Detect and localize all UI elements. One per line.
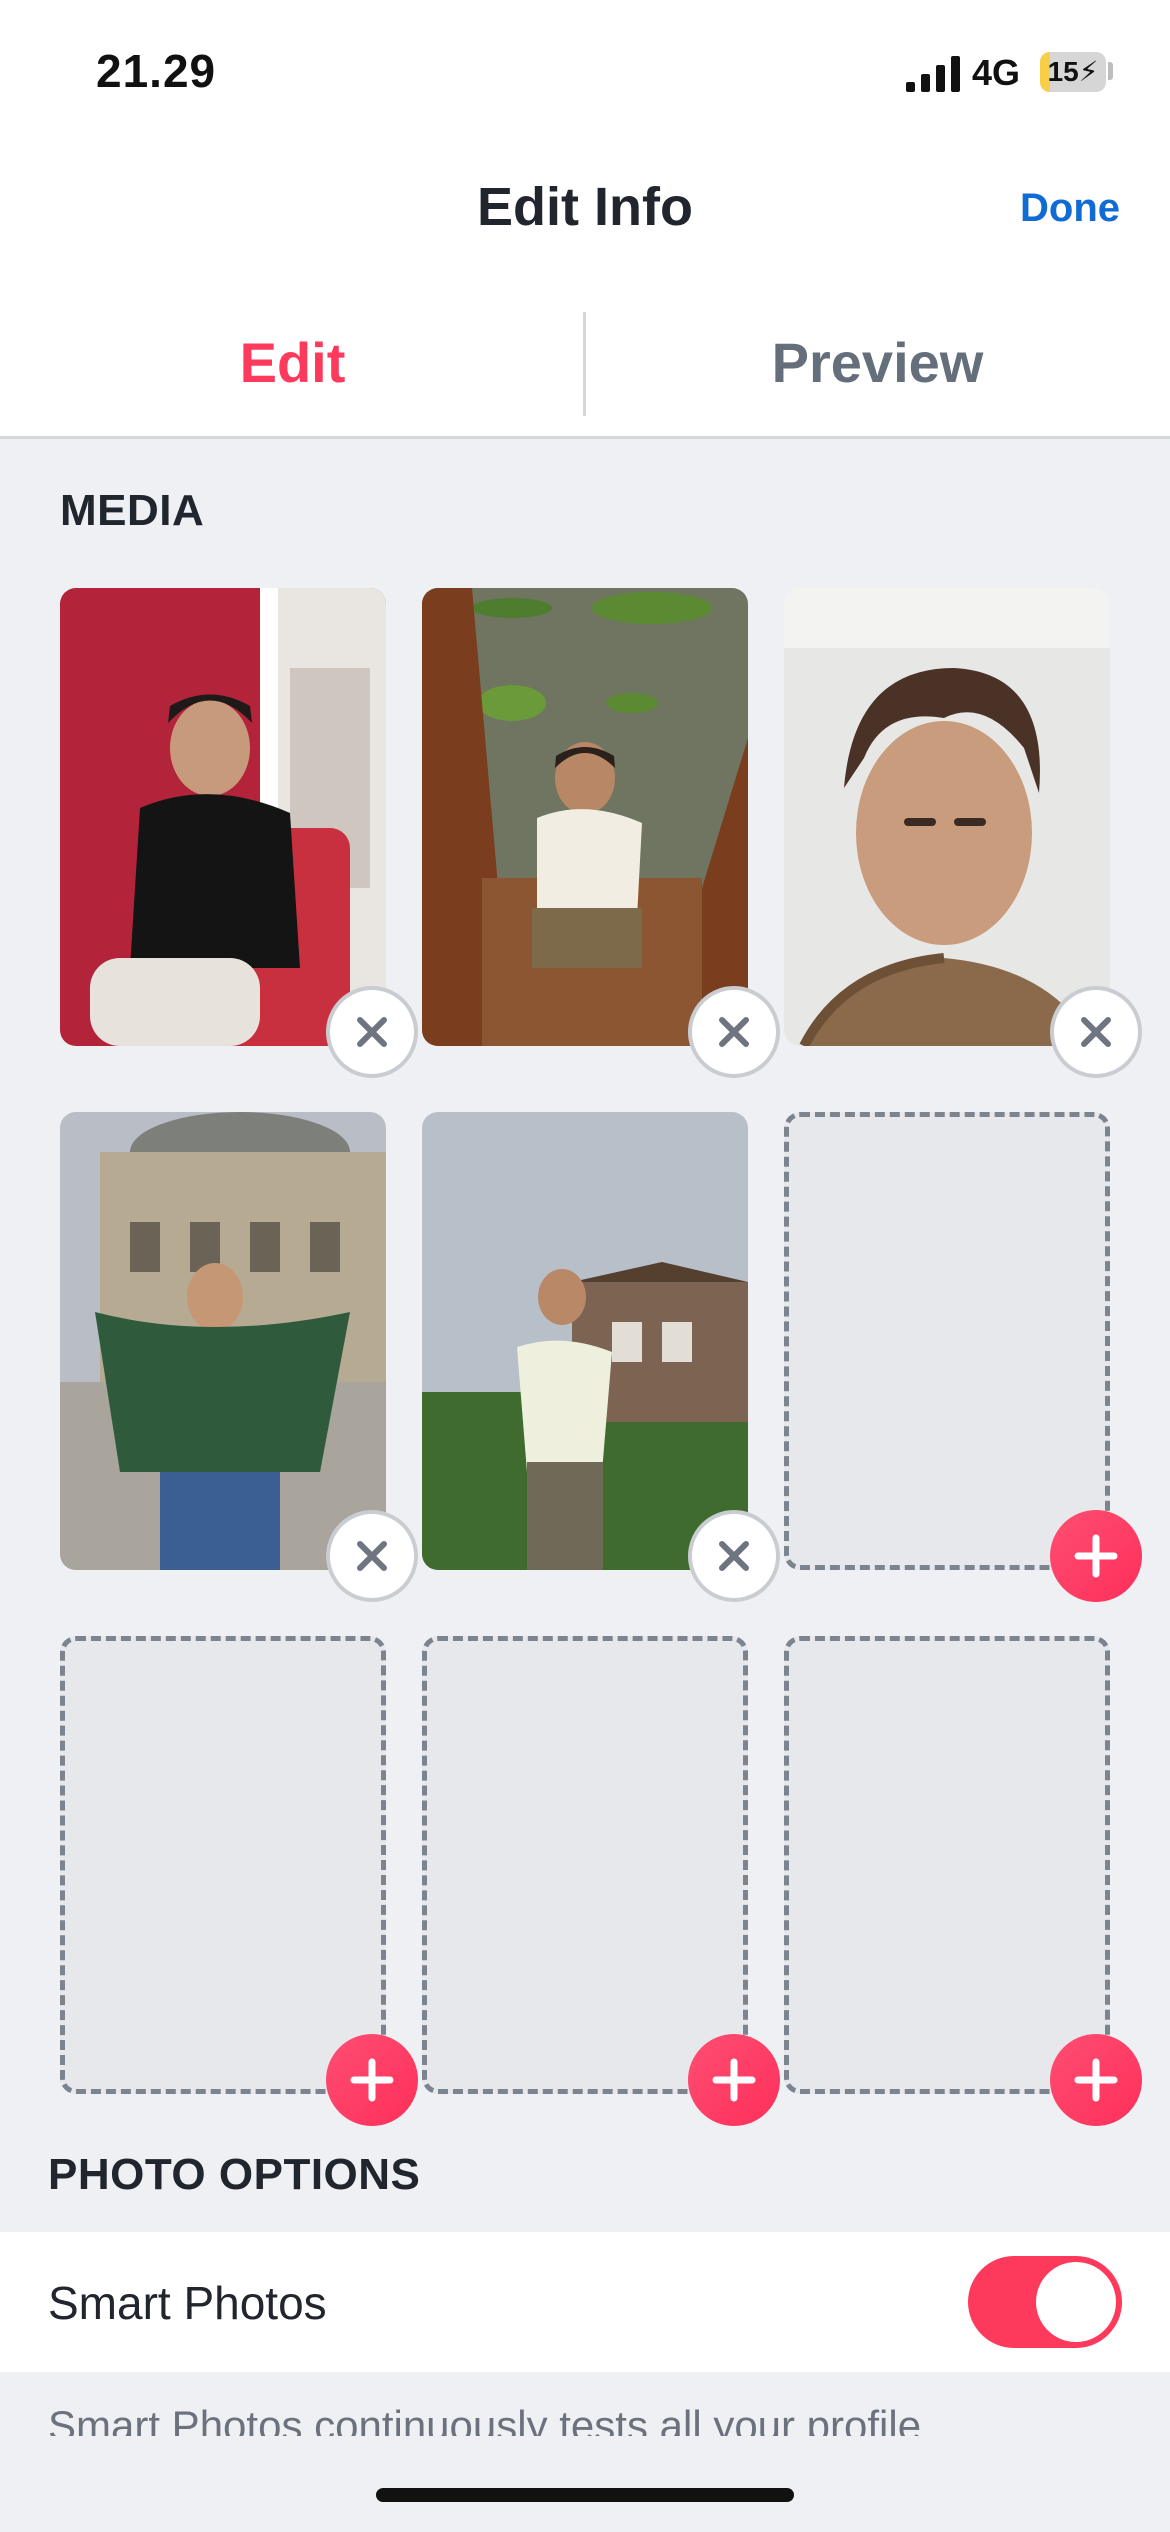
tab-edit[interactable]: Edit — [0, 290, 585, 436]
empty-photo-slot[interactable] — [784, 1636, 1110, 2094]
page-title: Edit Info — [477, 177, 693, 237]
remove-photo-button[interactable] — [1050, 986, 1142, 1078]
remove-photo-button[interactable] — [688, 986, 780, 1078]
remove-photo-button[interactable] — [688, 1510, 780, 1602]
add-photo-button[interactable] — [688, 2034, 780, 2126]
photo-slot[interactable] — [422, 1112, 748, 1570]
smart-photos-label: Smart Photos — [48, 2277, 327, 2329]
tab-preview[interactable]: Preview — [585, 290, 1170, 436]
plus-icon — [712, 2058, 756, 2102]
media-section-title: MEDIA — [60, 486, 205, 535]
close-icon — [1081, 1017, 1111, 1047]
battery-icon: 15⚡ — [1040, 52, 1106, 92]
remove-photo-button[interactable] — [326, 986, 418, 1078]
status-time: 21.29 — [96, 45, 217, 97]
edit-preview-tabs: Edit Preview — [0, 290, 1170, 439]
profile-photo — [784, 588, 1110, 1046]
profile-photo — [422, 1112, 748, 1570]
nav-bar: Edit Info Done — [0, 140, 1170, 290]
photo-slot[interactable] — [60, 1112, 386, 1570]
empty-photo-slot[interactable] — [422, 1636, 748, 2094]
photo-options-title: PHOTO OPTIONS — [48, 2150, 421, 2199]
add-photo-button[interactable] — [1050, 1510, 1142, 1602]
toggle-knob — [1036, 2262, 1116, 2342]
close-icon — [357, 1017, 387, 1047]
plus-icon — [350, 2058, 394, 2102]
close-icon — [357, 1541, 387, 1571]
empty-photo-slot[interactable] — [60, 1636, 386, 2094]
home-indicator — [376, 2488, 794, 2502]
plus-icon — [1074, 1534, 1118, 1578]
smart-photos-toggle[interactable] — [968, 2256, 1122, 2348]
profile-photo — [60, 1112, 386, 1570]
photo-slot[interactable] — [60, 588, 386, 1046]
smart-photos-description: Smart Photos continuously tests all your… — [48, 2402, 922, 2436]
remove-photo-button[interactable] — [326, 1510, 418, 1602]
battery-nub — [1108, 62, 1113, 80]
close-icon — [719, 1541, 749, 1571]
add-photo-button[interactable] — [326, 2034, 418, 2126]
empty-photo-slot[interactable] — [784, 1112, 1110, 1570]
close-icon — [719, 1017, 749, 1047]
done-button[interactable]: Done — [1020, 186, 1120, 231]
photo-slot[interactable] — [784, 588, 1110, 1046]
battery-level: 15 — [1047, 56, 1079, 87]
photo-slot[interactable] — [422, 588, 748, 1046]
plus-icon — [1074, 2058, 1118, 2102]
profile-photo — [60, 588, 386, 1046]
smart-photos-row: Smart Photos — [0, 2232, 1170, 2372]
add-photo-button[interactable] — [1050, 2034, 1142, 2126]
cellular-signal-icon — [906, 56, 960, 92]
status-bar: 21.29 4G 15⚡ — [0, 0, 1170, 140]
network-type: 4G — [972, 52, 1021, 93]
profile-photo — [422, 588, 748, 1046]
